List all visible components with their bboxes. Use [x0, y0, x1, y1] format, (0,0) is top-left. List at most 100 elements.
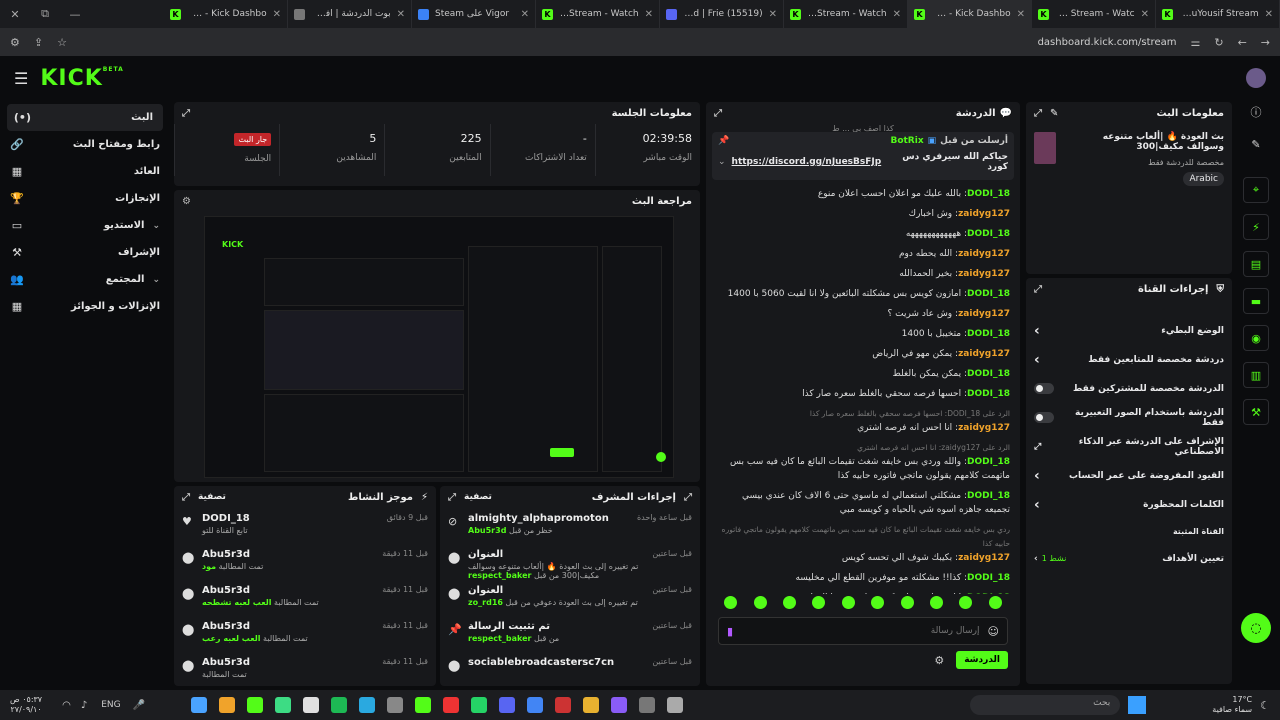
chat-username[interactable]: DODI_18 [967, 457, 1010, 467]
expand-icon[interactable]: ⤢ [1034, 108, 1042, 119]
collapse-icon[interactable]: ⌄ [718, 157, 726, 167]
chat-username[interactable]: DODI_18 [967, 229, 1010, 239]
chat-message[interactable]: DODI_18: كذا!! مشكلته مو موفرين القطع ال… [706, 568, 1020, 588]
chat-message[interactable]: zaidyg127: وش عاد شريت ؟ [706, 304, 1020, 324]
close-tab-icon[interactable]: ✕ [769, 9, 777, 20]
url-field[interactable]: dashboard.kick.com/stream [1038, 37, 1177, 48]
chat-message[interactable]: DODI_18: انا بس ابي مواقع كويسه اجيب منه… [706, 588, 1020, 594]
emote-icon[interactable] [929, 596, 943, 609]
chat-username[interactable]: zaidyg127 [958, 423, 1010, 433]
weather-widget[interactable]: 17°C سماء صافية [1212, 695, 1252, 715]
emote-icon[interactable] [900, 596, 914, 609]
chat-message[interactable]: zaidyg127: الله يحطه دوم [706, 244, 1020, 264]
steam-taskbar-icon[interactable] [191, 697, 208, 713]
red-app-taskbar-icon[interactable] [443, 697, 460, 713]
wrench-icon[interactable]: ⚒ [1243, 399, 1269, 425]
emote-icon[interactable] [724, 596, 738, 609]
chat-username[interactable]: zaidyg127 [958, 349, 1010, 359]
share-icon[interactable]: ⇪ [34, 36, 43, 49]
chat-username[interactable]: zaidyg127 [958, 553, 1010, 563]
channel-action-row[interactable]: الإشراف على الدردشة عبر الذكاء الاصطناعي… [1026, 432, 1232, 461]
sidebar-item[interactable]: (•) البث [7, 104, 163, 131]
copilot-taskbar-icon[interactable] [611, 697, 628, 713]
discord-taskbar-icon[interactable] [499, 697, 516, 713]
volume-icon[interactable]: ♪ [81, 700, 87, 711]
stream-preview-video[interactable]: KICK [204, 216, 674, 478]
chat-username[interactable]: DODI_18 [967, 189, 1010, 199]
store-taskbar-icon[interactable] [667, 697, 684, 713]
pencil-icon[interactable]: ✎ [1236, 138, 1276, 151]
expand-icon[interactable]: ⤢ [182, 492, 190, 503]
close-tab-icon[interactable]: ✕ [1017, 9, 1025, 20]
close-tab-icon[interactable]: ✕ [1265, 9, 1273, 20]
chat-message[interactable]: DODI_18: مشكلتي استعمالي له ماسوي حتى 6 … [706, 486, 1020, 520]
close-tab-icon[interactable]: ✕ [521, 9, 529, 20]
feed-item-name[interactable]: العنوان [468, 549, 646, 560]
focus-icon[interactable]: ⌖ [1243, 177, 1269, 203]
browser-tab[interactable]: K Stream - Kick Dashbo ✕ [908, 0, 1032, 28]
maximize-window-icon[interactable]: ⧉ [30, 7, 60, 21]
mic-icon[interactable]: 🎤 [133, 700, 145, 711]
chat-username[interactable]: DODI_18 [967, 593, 1010, 594]
goals-row[interactable]: تعيين الأهداف نشط 1 › [1026, 544, 1232, 573]
filter-button[interactable]: تصفية [464, 492, 492, 502]
channel-action-row[interactable]: الدردشة باستخدام الصور التعبيرية فقط [1026, 403, 1232, 432]
channel-action-row[interactable]: الوضع البطيء › [1026, 316, 1232, 345]
chat-input-box[interactable]: ☺ إرسال رسالة ▮ [718, 617, 1008, 645]
kick-logo[interactable]: KICKBETA [40, 66, 123, 91]
stream-tag[interactable]: Arabic [1183, 172, 1224, 186]
feed-item-name[interactable]: sociablebroadcastersc7cn [468, 657, 646, 668]
user-avatar[interactable] [1246, 68, 1266, 88]
sidebar-item[interactable]: 🏆 الإنجازات [0, 185, 170, 212]
channel-action-row[interactable]: دردشة مخصصة للمتابعين فقط › [1026, 345, 1232, 374]
sidebar-item[interactable]: ▦ العائد [0, 158, 170, 185]
emote-icon[interactable] [841, 596, 855, 609]
chat-username[interactable]: zaidyg127 [958, 209, 1010, 219]
feed-item-name[interactable]: DODI_18 [202, 513, 381, 524]
chat-username[interactable]: zaidyg127 [958, 309, 1010, 319]
browser-tab[interactable]: Kppp_0 Stream - Watc ✕ [1032, 0, 1156, 28]
close-tab-icon[interactable]: ✕ [893, 9, 901, 20]
taskbar-search[interactable]: بحث [970, 695, 1121, 715]
emote-icon[interactable] [782, 596, 796, 609]
feed-item-name[interactable]: almighty_alphapromoton [468, 513, 631, 524]
feed-item-name[interactable]: العنوان [468, 585, 646, 596]
browser-tab[interactable]: Vigor على Steam ✕ [412, 0, 536, 28]
browser-tab[interactable]: Ki_BM Stream - Watch ✕ [536, 0, 660, 28]
emote-icon[interactable] [959, 596, 973, 609]
browser-tab[interactable]: K AG1x Stream - Watch ✕ [784, 0, 908, 28]
feed-item-name[interactable]: Abu5r3d [202, 657, 376, 668]
browser-tab[interactable]: بوت الدردشة | أفضل ... ✕ [288, 0, 412, 28]
chat-message[interactable]: DODI_18: متخيبل با 1400 [706, 324, 1020, 344]
chat-message[interactable]: DODI_18: احسها فرصه سحقي بالغلط سعره صار… [706, 384, 1020, 404]
chat-message[interactable]: zaidyg127: بخير الحمدالله [706, 264, 1020, 284]
feed-item-name[interactable]: Abu5r3d [202, 621, 376, 632]
language-indicator[interactable]: ENG [101, 700, 120, 710]
extensions-icon[interactable]: ⚙ [10, 36, 20, 49]
chat-message[interactable]: DODI_18: بالله عليك مو اعلان احسب اعلان … [706, 184, 1020, 204]
reload-icon[interactable]: ↻ [1214, 36, 1223, 49]
sidebar-item[interactable]: ▭ الاستديو ⌄ [0, 212, 170, 239]
pin-icon[interactable]: 📌 [718, 136, 729, 146]
browser-tab[interactable]: K Stream - Kick Dashbo ✕ [164, 0, 288, 28]
chat-username[interactable]: DODI_18 [967, 329, 1010, 339]
pinned-link[interactable]: https://discord.gg/nJuesBsFJp [732, 157, 882, 167]
clock[interactable]: ٠٥:٣٧ ص ٢٧/٠٩/١٠ [10, 695, 42, 715]
filter-button[interactable]: تصفية [198, 492, 226, 502]
feed-item-name[interactable]: Abu5r3d [202, 549, 376, 560]
close-tab-icon[interactable]: ✕ [397, 9, 405, 20]
wps-taskbar-icon[interactable] [555, 697, 572, 713]
folder-taskbar-icon[interactable] [583, 697, 600, 713]
emote-icon[interactable] [812, 596, 826, 609]
chat-message[interactable]: zaidyg127: وش اخبارك [706, 204, 1020, 224]
expand-icon[interactable]: ⤢ [684, 492, 692, 503]
broadcast-icon[interactable]: ◉ [1243, 325, 1269, 351]
expand-icon[interactable]: ⤢ [448, 492, 456, 503]
emote-icon[interactable] [753, 596, 767, 609]
channel-action-row[interactable]: الكلمات المحظورة › [1026, 490, 1232, 519]
kick-taskbar-icon[interactable] [415, 697, 432, 713]
forward-icon[interactable]: → [1261, 36, 1270, 49]
menu-icon[interactable]: ☰ [14, 69, 28, 88]
expand-icon[interactable]: ⤢ [1034, 284, 1042, 295]
chat-message[interactable]: DODI_18: ههههههههههههه [706, 224, 1020, 244]
